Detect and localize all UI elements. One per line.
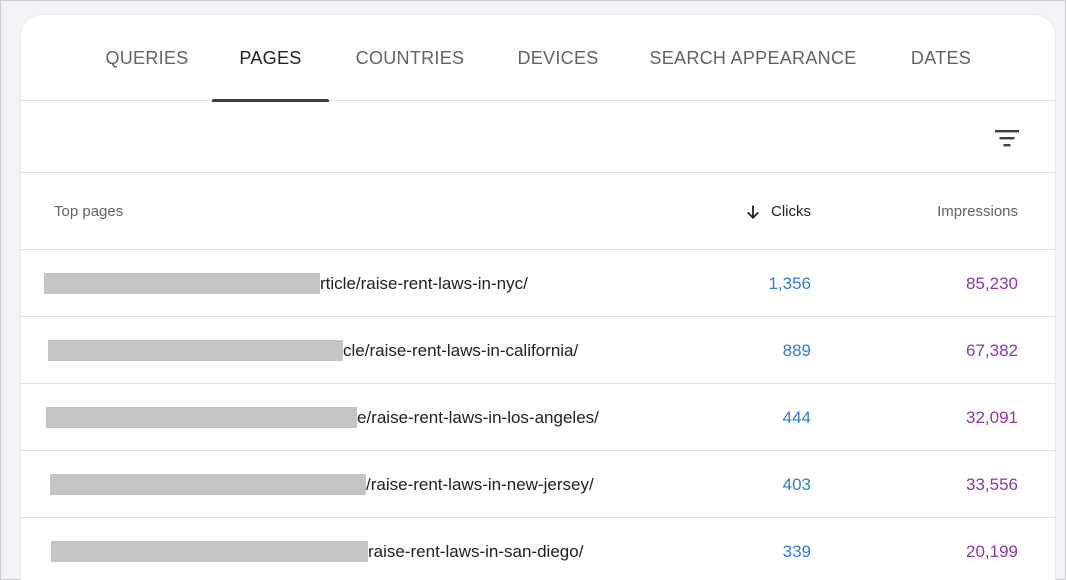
column-header-top-pages: Top pages	[54, 203, 124, 220]
impressions-value: 67,382	[966, 340, 1018, 360]
clicks-value: 889	[782, 340, 811, 360]
page-url-text: /raise-rent-laws-in-new-jersey/	[366, 474, 594, 494]
page-url-text: cle/raise-rent-laws-in-california/	[343, 340, 579, 360]
clicks-value: 1,356	[768, 273, 811, 293]
tab-pages[interactable]: PAGES	[212, 15, 329, 102]
page-url-text: e/raise-rent-laws-in-los-angeles/	[357, 407, 599, 427]
clicks-value: 403	[782, 474, 811, 494]
redacted-block	[50, 474, 366, 495]
table-row[interactable]: rticle/raise-rent-laws-in-nyc/ 1,356 85,…	[21, 250, 1055, 317]
table-header: Top pages Clicks Impressions	[21, 173, 1055, 250]
page-url[interactable]: e/raise-rent-laws-in-los-angeles/	[46, 384, 599, 451]
impressions-value: 32,091	[966, 407, 1018, 427]
redacted-block	[51, 541, 368, 562]
filter-button[interactable]	[989, 120, 1025, 156]
impressions-value: 85,230	[966, 273, 1018, 293]
page-url[interactable]: rticle/raise-rent-laws-in-nyc/	[44, 250, 528, 317]
arrow-down-icon	[745, 204, 761, 220]
table-row[interactable]: raise-rent-laws-in-san-diego/ 339 20,199	[21, 518, 1055, 580]
column-header-clicks[interactable]: Clicks	[745, 173, 811, 250]
redacted-block	[48, 340, 343, 361]
page-url[interactable]: raise-rent-laws-in-san-diego/	[51, 518, 583, 580]
tab-queries[interactable]: QUERIES	[89, 15, 205, 101]
tab-devices[interactable]: DEVICES	[503, 15, 613, 101]
filter-list-icon	[995, 130, 1019, 147]
column-header-clicks-label: Clicks	[771, 203, 811, 220]
tab-search-appearance[interactable]: SEARCH APPEARANCE	[643, 15, 863, 101]
clicks-value: 444	[782, 407, 811, 427]
impressions-value: 20,199	[966, 541, 1018, 561]
table-row[interactable]: e/raise-rent-laws-in-los-angeles/ 444 32…	[21, 384, 1055, 451]
column-header-impressions[interactable]: Impressions	[937, 173, 1018, 250]
tab-dates[interactable]: DATES	[891, 15, 991, 101]
impressions-value: 33,556	[966, 474, 1018, 494]
page-url-text: rticle/raise-rent-laws-in-nyc/	[320, 273, 528, 293]
report-tabs: QUERIES PAGES COUNTRIES DEVICES SEARCH A…	[21, 15, 1055, 102]
redacted-block	[44, 273, 320, 294]
tab-countries[interactable]: COUNTRIES	[347, 15, 473, 101]
performance-card: QUERIES PAGES COUNTRIES DEVICES SEARCH A…	[20, 14, 1056, 580]
clicks-value: 339	[782, 541, 811, 561]
table-row[interactable]: cle/raise-rent-laws-in-california/ 889 6…	[21, 317, 1055, 384]
redacted-block	[46, 407, 357, 428]
page-url[interactable]: cle/raise-rent-laws-in-california/	[48, 317, 578, 384]
table-toolbar	[21, 102, 1055, 173]
page-url[interactable]: /raise-rent-laws-in-new-jersey/	[50, 451, 594, 518]
table-row[interactable]: /raise-rent-laws-in-new-jersey/ 403 33,5…	[21, 451, 1055, 518]
page-url-text: raise-rent-laws-in-san-diego/	[368, 541, 584, 561]
